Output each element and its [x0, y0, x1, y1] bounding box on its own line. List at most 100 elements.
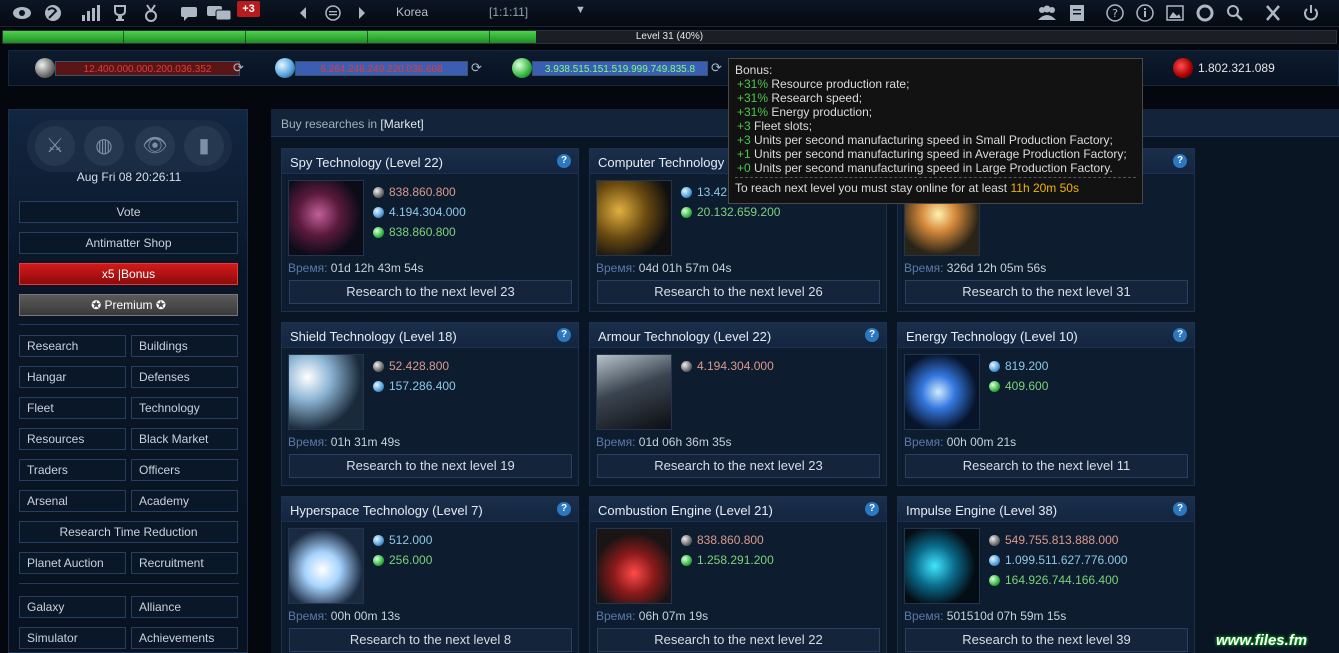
notification-badge[interactable]: +3	[237, 1, 260, 17]
sidebar-item-alliance[interactable]: Alliance	[131, 596, 238, 618]
research-next-level-button[interactable]: Research to the next level 26	[597, 280, 880, 304]
dark-matter-resource: 1.802.321.089	[1173, 58, 1323, 78]
sidebar-item-planet-auction[interactable]: Planet Auction	[19, 552, 126, 574]
crystal-cost: 157.286.400	[373, 378, 456, 394]
crystal-icon	[373, 207, 384, 218]
planet-coordinates[interactable]: [1:1:11]	[489, 5, 528, 19]
deuterium-refresh-icon[interactable]: ⟳	[711, 60, 722, 76]
trophy-icon[interactable]	[112, 3, 128, 23]
planet-list-icon[interactable]	[324, 3, 342, 23]
chevron-down-icon[interactable]: ▼	[575, 4, 586, 16]
sword-icon[interactable]: ⚔	[35, 126, 75, 166]
research-next-level-button[interactable]: Research to the next level 8	[289, 628, 572, 652]
help-icon[interactable]: ?	[865, 328, 879, 342]
metal-icon	[35, 58, 55, 78]
research-next-level-button[interactable]: Research to the next level 31	[905, 280, 1188, 304]
logout-icon[interactable]	[1302, 3, 1320, 23]
eye-icon[interactable]: 👁	[135, 126, 175, 166]
sidebar-item-black-market[interactable]: Black Market	[131, 428, 238, 450]
sidebar-item-officers[interactable]: Officers	[131, 459, 238, 481]
medal-icon[interactable]	[143, 3, 159, 23]
level-bonus-tooltip: Bonus: +31% Resource production rate; +31…	[728, 58, 1143, 204]
sidebar-item-fleet[interactable]: Fleet	[19, 397, 126, 419]
time-value: 01d 12h 43m 54s	[330, 261, 424, 275]
stats-icon[interactable]	[80, 3, 100, 23]
alliance-members-icon[interactable]	[1036, 3, 1058, 23]
prev-planet-icon[interactable]	[297, 3, 309, 23]
help-icon[interactable]: ?	[865, 502, 879, 516]
research-next-level-button[interactable]: Research to the next level 22	[597, 628, 880, 652]
info-icon[interactable]	[1136, 3, 1154, 23]
planet-name[interactable]: Korea	[396, 5, 428, 19]
metal-resource: 12.400.000.000.200.036.352 ⟳	[35, 58, 255, 78]
crystal-icon	[373, 535, 384, 546]
help-icon[interactable]: ?	[1106, 3, 1124, 23]
premium-button[interactable]: ✪ Premium ✪	[19, 294, 238, 316]
research-card: Hyperspace Technology (Level 7)? 512.000 2…	[281, 496, 579, 653]
sidebar-item-defenses[interactable]: Defenses	[131, 366, 238, 388]
sidebar-item-simulator[interactable]: Simulator	[19, 627, 126, 649]
sidebar-item-arsenal[interactable]: Arsenal	[19, 490, 126, 512]
research-next-level-button[interactable]: Research to the next level 23	[597, 454, 880, 478]
crystal-refresh-icon[interactable]: ⟳	[471, 60, 482, 76]
globe-icon[interactable]	[44, 3, 62, 23]
notes-icon[interactable]	[1068, 3, 1086, 23]
deut-icon	[373, 555, 384, 566]
sidebar-item-research[interactable]: Research	[19, 335, 126, 357]
metal-refresh-icon[interactable]: ⟳	[233, 60, 244, 76]
research-next-level-button[interactable]: Research to the next level 11	[905, 454, 1188, 478]
help-icon[interactable]: ?	[1173, 154, 1187, 168]
sidebar-item-galaxy[interactable]: Galaxy	[19, 596, 126, 618]
deut-cost: 838.860.800	[373, 224, 456, 240]
eye-icon[interactable]	[12, 3, 32, 23]
crystal-amount: 6.264.248.249.220.036.608	[295, 61, 468, 76]
crystal-cost: 512.000	[373, 532, 432, 548]
premium-label: Premium	[104, 298, 153, 312]
deut-icon	[681, 207, 692, 218]
help-icon[interactable]: ?	[1173, 502, 1187, 516]
search-icon[interactable]	[1226, 3, 1244, 23]
sidebar-item-resources[interactable]: Resources	[19, 428, 126, 450]
support-icon[interactable]	[1196, 3, 1214, 23]
sidebar-item-academy[interactable]: Academy	[131, 490, 238, 512]
bonus-value: +3	[737, 133, 751, 147]
help-icon[interactable]: ?	[557, 502, 571, 516]
research-time: Время: 00h 00m 21s	[904, 435, 1016, 449]
time-label: Время:	[288, 435, 328, 449]
tooltip-divider	[735, 177, 1136, 178]
research-time-reduction-button[interactable]: Research Time Reduction	[19, 521, 238, 543]
sidebar-item-buildings[interactable]: Buildings	[131, 335, 238, 357]
sidebar-item-traders[interactable]: Traders	[19, 459, 126, 481]
metal-icon	[373, 187, 384, 198]
research-next-level-button[interactable]: Research to the next level 39	[905, 628, 1188, 652]
bonus-text: Research speed;	[768, 91, 863, 105]
metal-icon	[681, 361, 692, 372]
help-icon[interactable]: ?	[557, 328, 571, 342]
settings-tools-icon[interactable]	[1264, 3, 1282, 23]
sidebar-item-hangar[interactable]: Hangar	[19, 366, 126, 388]
help-icon[interactable]: ?	[1173, 328, 1187, 342]
research-title: Energy Technology (Level 10)	[906, 329, 1078, 344]
sidebar-item-achievements[interactable]: Achievements	[131, 627, 238, 649]
messages-icon[interactable]	[206, 3, 232, 23]
deut-cost-value: 256.000	[389, 553, 433, 567]
vote-button[interactable]: Vote	[19, 201, 238, 223]
bonus-button[interactable]: x5 |Bonus	[19, 263, 238, 285]
antimatter-shop-button[interactable]: Antimatter Shop	[19, 232, 238, 254]
help-icon[interactable]: ?	[557, 154, 571, 168]
planet-icon[interactable]: ◍	[84, 126, 124, 166]
research-next-level-button[interactable]: Research to the next level 19	[289, 454, 572, 478]
research-card-header: Armour Technology (Level 22)?	[590, 323, 886, 348]
sidebar-item-technology[interactable]: Technology	[131, 397, 238, 419]
footprint-icon[interactable]: ▮	[184, 126, 224, 166]
time-label: Время:	[288, 261, 328, 275]
next-planet-icon[interactable]	[356, 3, 368, 23]
sidebar-item-recruitment[interactable]: Recruitment	[131, 552, 238, 574]
research-thumbnail	[288, 528, 364, 604]
crystal-icon	[681, 187, 692, 198]
premium-left-icon: ✪	[91, 298, 102, 312]
research-next-level-button[interactable]: Research to the next level 23	[289, 280, 572, 304]
chat-icon[interactable]	[180, 3, 198, 23]
metal-cost: 838.860.800	[681, 532, 764, 548]
screenshot-icon[interactable]	[1166, 3, 1184, 23]
